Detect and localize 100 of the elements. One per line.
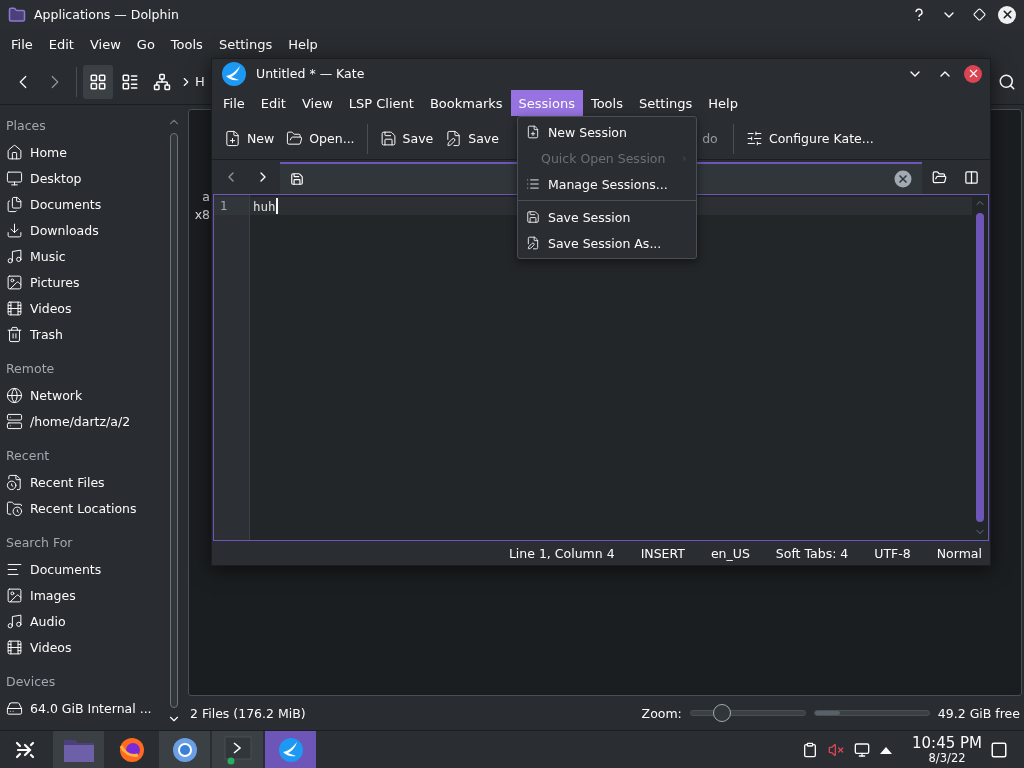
show-desktop-icon[interactable] xyxy=(990,740,1008,759)
music-note-icon xyxy=(6,612,23,630)
sidebar-item[interactable]: Documents xyxy=(0,556,164,582)
terminal-icon xyxy=(222,734,253,765)
taskbar-app[interactable] xyxy=(159,730,210,768)
trash-icon xyxy=(6,325,23,343)
toolbar-button[interactable]: Save xyxy=(441,121,503,156)
status-item[interactable]: INSERT xyxy=(640,545,685,561)
muted-speaker-icon[interactable] xyxy=(828,741,844,758)
status-item[interactable]: Normal xyxy=(936,545,982,561)
zoom-label: Zoom: xyxy=(641,705,682,721)
sidebar-item[interactable]: Images xyxy=(0,582,164,608)
slider-thumb[interactable] xyxy=(713,704,732,722)
toolbar-button[interactable]: Configure Kate... xyxy=(741,121,878,156)
menu-item[interactable]: Tools xyxy=(582,90,631,116)
status-item[interactable]: Soft Tabs: 4 xyxy=(775,545,849,561)
menu-item[interactable]: Help xyxy=(700,90,746,116)
tree-icon xyxy=(153,72,171,91)
status-item[interactable]: Line 1, Column 4 xyxy=(508,545,615,561)
ring-browser-icon xyxy=(170,735,199,764)
close-tab-icon[interactable] xyxy=(894,170,912,188)
music-note-icon xyxy=(6,247,23,265)
toolbar-button[interactable]: Save xyxy=(375,121,438,156)
menu-item[interactable]: Settings xyxy=(630,90,701,116)
menu-entry[interactable]: New Session xyxy=(518,119,696,145)
taskbar-app[interactable] xyxy=(265,730,316,768)
open-file-icon xyxy=(286,130,304,147)
sidebar-item[interactable]: Desktop xyxy=(0,165,164,191)
menu-item[interactable]: Settings xyxy=(210,31,281,57)
toolbar-button[interactable]: Open... xyxy=(282,121,359,156)
menu-item[interactable]: Help xyxy=(280,31,326,57)
menu-item[interactable]: Tools xyxy=(162,31,211,57)
scrollbar-thumb[interactable] xyxy=(976,213,984,522)
file-name[interactable]: x8 xyxy=(189,206,210,224)
menu-entry[interactable]: Save Session As... xyxy=(518,230,696,256)
film-icon xyxy=(6,299,23,317)
sidebar-item[interactable]: Videos xyxy=(0,295,164,321)
scrollbar[interactable] xyxy=(170,133,178,708)
clipboard-icon[interactable] xyxy=(802,741,818,758)
free-space-text: 49.2 GiB free xyxy=(937,705,1020,721)
window-title: Applications — Dolphin xyxy=(34,7,179,22)
file-name[interactable]: a xyxy=(189,188,210,206)
section-header: Remote xyxy=(5,359,56,378)
bird-logo-icon xyxy=(220,59,248,88)
sidebar-item[interactable]: Documents xyxy=(0,191,164,217)
clock-date: 8/3/22 xyxy=(928,751,966,765)
status-text: 2 Files (176.2 MiB) xyxy=(190,705,306,721)
section-header: Places xyxy=(5,116,47,135)
code-line: huh xyxy=(253,198,276,214)
close-button[interactable] xyxy=(964,64,982,83)
menu-item[interactable]: Edit xyxy=(40,31,82,57)
search-icon[interactable] xyxy=(998,72,1016,91)
menu-item[interactable]: Bookmarks xyxy=(421,90,511,116)
close-button[interactable] xyxy=(998,5,1016,24)
menu-item[interactable]: File xyxy=(3,31,41,57)
sidebar-item[interactable]: Trash xyxy=(0,321,164,347)
status-item[interactable]: en_US xyxy=(710,545,750,561)
menu-item[interactable]: LSP Client xyxy=(340,90,422,116)
sidebar-item[interactable]: Downloads xyxy=(0,217,164,243)
sidebar-item[interactable]: Home xyxy=(0,139,164,165)
list-icon xyxy=(526,177,540,191)
sidebar-item[interactable]: Network xyxy=(0,382,164,408)
menu-item[interactable]: View xyxy=(81,31,129,57)
sidebar-item[interactable]: Audio xyxy=(0,608,164,634)
menu-item[interactable]: Edit xyxy=(252,90,294,116)
server-icon xyxy=(6,412,23,430)
grid-icon xyxy=(89,72,107,91)
menu-entry[interactable]: Manage Sessions... xyxy=(518,171,696,197)
close-icon xyxy=(1000,8,1014,21)
sidebar-item[interactable]: 64.0 GiB Internal ... xyxy=(0,695,164,721)
breadcrumb-item[interactable]: H xyxy=(195,74,205,89)
monitor-icon xyxy=(6,169,23,187)
sidebar-item[interactable]: Recent Locations xyxy=(0,495,164,521)
status-item[interactable]: UTF-8 xyxy=(874,545,911,561)
sidebar-item[interactable]: Videos xyxy=(0,634,164,660)
sliders-icon xyxy=(745,130,763,147)
menu-entry[interactable]: Save Session xyxy=(518,204,696,230)
view-mode-button[interactable] xyxy=(83,64,113,99)
sidebar-item[interactable]: Music xyxy=(0,243,164,269)
sidebar-item[interactable]: Pictures xyxy=(0,269,164,295)
columns-icon xyxy=(963,169,979,185)
expand-arrow-icon[interactable] xyxy=(880,745,892,754)
clock[interactable]: 10:45 PM 8/3/22 xyxy=(912,734,982,765)
taskbar-app[interactable] xyxy=(212,730,263,768)
toolbar-button[interactable]: New xyxy=(220,121,279,156)
section-header: Search For xyxy=(5,533,74,552)
window-title: Untitled * — Kate xyxy=(256,66,365,81)
download-icon xyxy=(6,221,23,239)
menu-item[interactable]: Sessions xyxy=(510,90,583,116)
zoom-slider[interactable] xyxy=(689,703,806,723)
menu-item[interactable]: View xyxy=(293,90,341,116)
menu-item[interactable]: Go xyxy=(128,31,163,57)
sidebar-item[interactable]: /home/dartz/a/2 xyxy=(0,408,164,434)
folder-icon xyxy=(8,5,26,24)
new-file-icon xyxy=(224,130,241,147)
sidebar-item[interactable]: Recent Files xyxy=(0,469,164,495)
file-clock-icon xyxy=(6,473,23,491)
menu-item[interactable]: File xyxy=(215,90,253,116)
save-as-icon xyxy=(445,130,463,147)
save-icon xyxy=(379,130,397,147)
